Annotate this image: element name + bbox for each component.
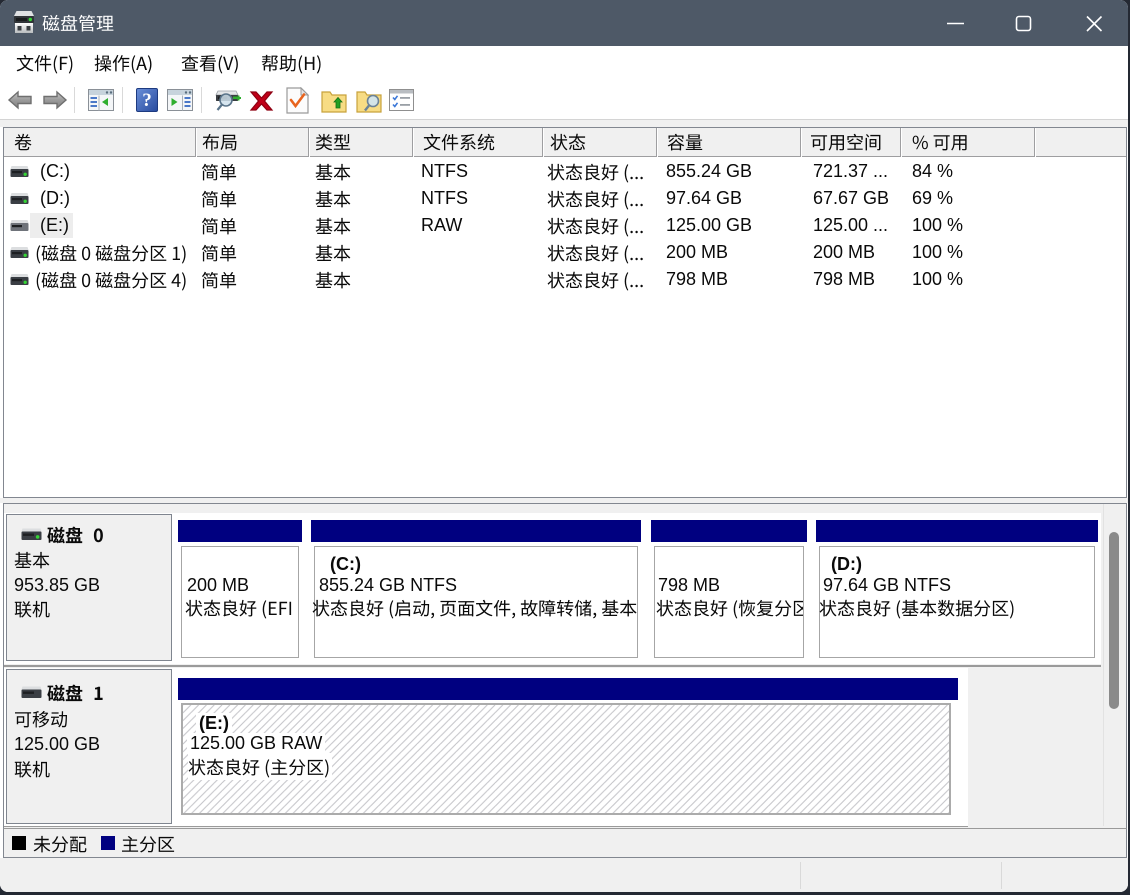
- svg-text:?: ?: [142, 90, 152, 111]
